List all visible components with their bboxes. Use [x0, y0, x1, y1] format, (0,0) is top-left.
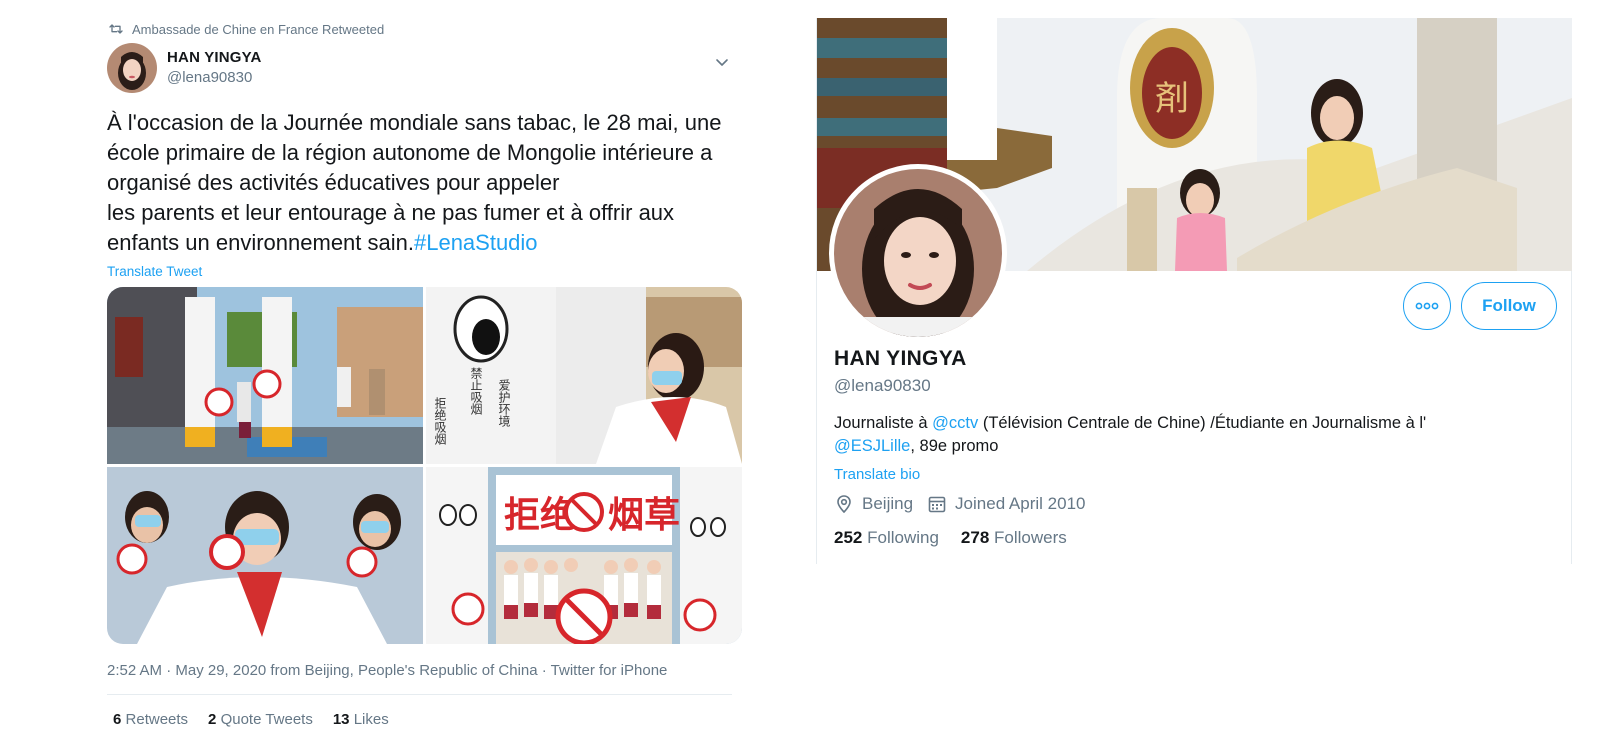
- mention-link-cctv[interactable]: @cctv: [932, 414, 978, 432]
- tweet-photo-3[interactable]: [107, 467, 423, 644]
- tweet-photo-2[interactable]: 拒绝吸烟 禁止吸烟 爱护环境: [426, 287, 742, 464]
- profile-joined: Joined April 2010: [955, 494, 1086, 513]
- tweet-text: À l'occasion de la Journée mondiale sans…: [107, 108, 742, 258]
- location-icon: [837, 495, 851, 514]
- translate-bio-link[interactable]: Translate bio: [834, 466, 920, 483]
- tweet-media-grid: 拒绝吸烟 禁止吸烟 爱护环境 拒绝 烟草: [107, 287, 742, 644]
- photo-sign-left: 拒绝吸烟: [433, 397, 447, 445]
- retweet-context-label: Ambassade de Chine en France Retweeted: [132, 21, 385, 37]
- retweets-stat[interactable]: 6 Retweets: [113, 711, 188, 728]
- author-handle[interactable]: @lena90830: [167, 68, 262, 88]
- retweet-context[interactable]: Ambassade de Chine en France Retweeted: [107, 18, 742, 40]
- calendar-icon: [928, 496, 946, 513]
- tweet-meta[interactable]: 2:52 AM · May 29, 2020 from Beijing, Peo…: [107, 662, 742, 682]
- bio-text: (Télévision Centrale de Chine) /Étudiant…: [978, 414, 1427, 432]
- profile-avatar[interactable]: [829, 164, 1007, 342]
- photo-sign-right: 爱护环境: [497, 379, 511, 427]
- divider: [107, 694, 732, 695]
- tweet-card: Ambassade de Chine en France Retweeted H…: [107, 18, 742, 728]
- retweets-count: 6: [113, 711, 122, 728]
- tweet-author: HAN YINGYA @lena90830: [107, 42, 742, 94]
- following-label: Following: [867, 528, 939, 547]
- follow-button[interactable]: Follow: [1461, 282, 1557, 330]
- tweet-text-line: À l'occasion de la Journée mondiale sans…: [107, 110, 722, 135]
- hashtag-link[interactable]: #LenaStudio: [414, 230, 538, 255]
- translate-tweet-link[interactable]: Translate Tweet: [107, 264, 202, 279]
- tweet-photo-1[interactable]: [107, 287, 423, 464]
- photo-sign-mid: 禁止吸烟: [469, 367, 483, 415]
- banner-sign-text: 剤: [1155, 79, 1189, 119]
- tweet-text-line: école primaire de la région autonome de …: [107, 140, 713, 165]
- more-options-button[interactable]: [1403, 282, 1451, 330]
- profile-name: HAN YINGYA: [834, 347, 967, 370]
- followers-count: 278: [960, 528, 990, 547]
- profile-bio: Journaliste à @cctv (Télévision Centrale…: [834, 412, 1554, 458]
- profile-location: Beijing: [862, 494, 914, 513]
- tweet-stats: 6 Retweets 2 Quote Tweets 13 Likes: [107, 711, 742, 728]
- profile-follow-stats: 252 Following 278 Followers: [834, 528, 1067, 548]
- retweet-icon: [109, 24, 123, 34]
- quotes-label: Quote Tweets: [220, 711, 313, 728]
- avatar[interactable]: [107, 43, 157, 93]
- author-name[interactable]: HAN YINGYA: [167, 48, 262, 68]
- more-icon: [1415, 302, 1439, 310]
- tweet-text-line: organisé des activités éducatives pour a…: [107, 170, 560, 195]
- retweets-label: Retweets: [125, 711, 189, 728]
- following-count: 252: [834, 528, 863, 547]
- tweet-text-line: les parents et leur entourage à ne pas f…: [107, 200, 675, 225]
- quotes-count: 2: [208, 711, 217, 728]
- followers-label: Followers: [994, 528, 1067, 547]
- chevron-down-icon[interactable]: [714, 54, 730, 70]
- followers-link[interactable]: 278 Followers: [961, 528, 1067, 548]
- tweet-text-line: enfants un environnement sain.: [107, 230, 414, 255]
- bio-text: Journaliste à: [834, 414, 933, 432]
- profile-info: Beijing Joined April 2010: [834, 494, 1099, 514]
- following-link[interactable]: 252 Following: [834, 528, 939, 548]
- mention-link-esjlille[interactable]: @ESJLille: [834, 437, 910, 455]
- likes-stat[interactable]: 13 Likes: [333, 711, 389, 728]
- quotes-stat[interactable]: 2 Quote Tweets: [208, 711, 313, 728]
- likes-count: 13: [332, 711, 350, 728]
- tweet-photo-4[interactable]: 拒绝 烟草: [426, 467, 742, 644]
- bio-text: , 89e promo: [910, 437, 999, 455]
- profile-handle: @lena90830: [834, 376, 931, 395]
- photo-banner-text-2: 烟草: [608, 495, 680, 536]
- likes-label: Likes: [353, 711, 389, 728]
- profile-card: 剤 Follow HAN YINGYA @lena90830 Journalis…: [816, 18, 1572, 564]
